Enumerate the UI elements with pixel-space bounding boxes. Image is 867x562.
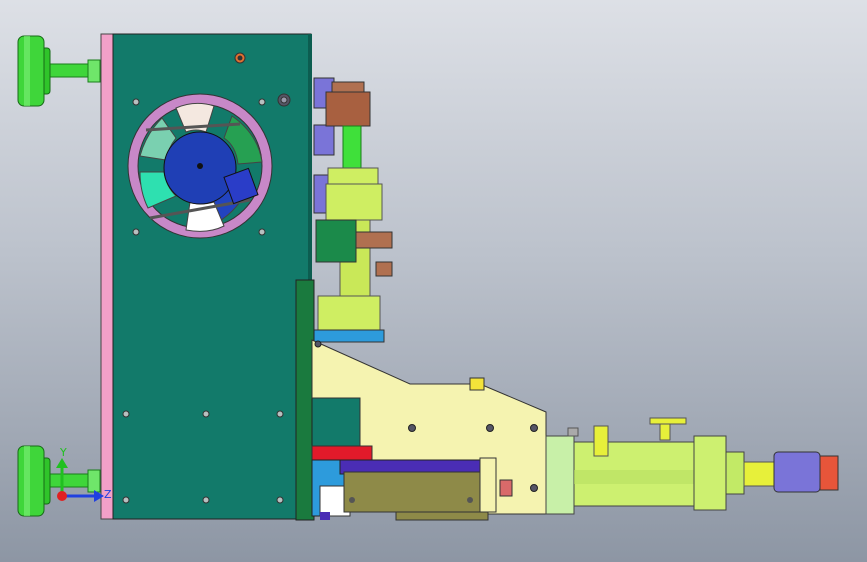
cad-3d-viewport[interactable]: Y Z — [0, 0, 867, 562]
top-leveling-knob — [17, 35, 101, 107]
linear-slider — [320, 457, 513, 521]
side-plate — [100, 33, 114, 520]
assembly-drawing[interactable]: Y Z — [0, 0, 867, 562]
vertical-cylinder — [311, 77, 393, 343]
cooling-fan — [127, 93, 273, 239]
bottom-leveling-knob — [17, 445, 101, 517]
z-axis-label: Z — [104, 488, 112, 501]
horizontal-cylinder — [545, 417, 839, 515]
y-axis-label: Y — [59, 446, 67, 459]
